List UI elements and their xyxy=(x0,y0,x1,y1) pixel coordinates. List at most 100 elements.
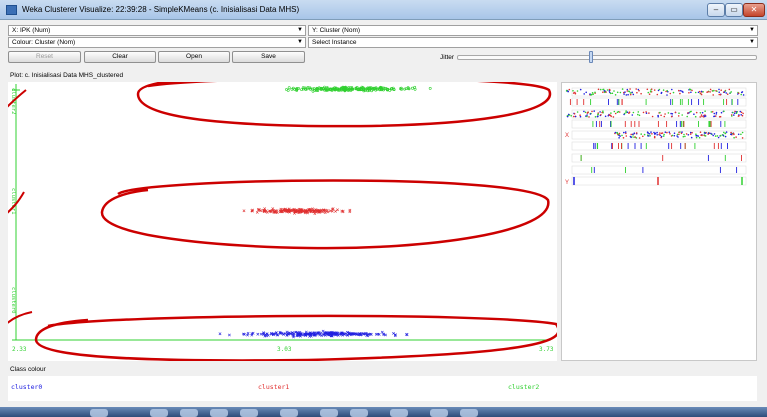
attribute-point xyxy=(574,115,577,118)
cluster0-point xyxy=(321,329,325,333)
attribute-point xyxy=(678,133,680,136)
attribute-point xyxy=(702,91,704,93)
attribute-point xyxy=(698,136,701,139)
attribute-point xyxy=(613,110,616,113)
attribute-point xyxy=(681,90,683,93)
attribute-point xyxy=(741,114,744,117)
attribute-point xyxy=(597,113,599,115)
attribute-point xyxy=(659,111,661,114)
attribute-point xyxy=(689,133,692,135)
attribute-point xyxy=(579,88,582,91)
attribute-point xyxy=(623,93,625,95)
cluster1-point xyxy=(242,209,246,213)
attribute-point xyxy=(623,131,625,134)
colour-value: Colour: Cluster (Nom) xyxy=(12,39,76,46)
attribute-point xyxy=(709,88,712,91)
attribute-point xyxy=(573,113,576,115)
attribute-point xyxy=(710,111,713,113)
attribute-point xyxy=(700,90,703,93)
attribute-point xyxy=(711,90,714,92)
cluster0-point xyxy=(256,332,260,336)
taskbar-app-icon[interactable] xyxy=(350,409,368,417)
y-attribute-marker: Y xyxy=(565,180,569,186)
x-axis-tick-label: 3.03 xyxy=(277,346,292,353)
jitter-slider-track[interactable] xyxy=(457,55,757,60)
attribute-point xyxy=(611,92,614,95)
attribute-point xyxy=(676,135,678,137)
cluster0-point xyxy=(259,332,263,336)
attribute-point xyxy=(642,111,645,114)
attribute-point xyxy=(608,90,611,92)
taskbar-app-icon[interactable] xyxy=(150,409,168,417)
attribute-point xyxy=(604,115,607,118)
taskbar-app-icon[interactable] xyxy=(460,409,478,417)
taskbar-app-icon[interactable] xyxy=(390,409,408,417)
attribute-point xyxy=(626,90,629,92)
attribute-point xyxy=(724,135,727,138)
attribute-point xyxy=(579,114,581,116)
x-axis-select[interactable]: X: IPK (Num) ▼ xyxy=(8,25,306,36)
attribute-point xyxy=(699,112,702,114)
y-axis-select[interactable]: Y: Cluster (Nom) ▼ xyxy=(308,25,758,36)
attribute-point xyxy=(660,92,663,95)
weka-app-icon xyxy=(6,5,17,15)
taskbar-app-icon[interactable] xyxy=(90,409,108,417)
y-axis-label: cluster0 xyxy=(10,287,16,314)
attribute-point xyxy=(666,94,668,96)
attribute-point xyxy=(583,93,585,95)
attribute-point xyxy=(629,93,632,96)
attribute-point xyxy=(715,111,718,114)
attribute-point xyxy=(700,114,703,116)
minimize-button[interactable]: – xyxy=(707,3,725,17)
scatter-plot-area[interactable]: cluster2 cluster1 cluster0 2.33 3.03 3.73 xyxy=(8,82,557,361)
attribute-point xyxy=(658,133,660,136)
attribute-point xyxy=(610,112,612,114)
open-button[interactable]: Open xyxy=(158,51,230,63)
attribute-point xyxy=(647,132,649,134)
attribute-point xyxy=(728,88,731,91)
taskbar-app-icon[interactable] xyxy=(430,409,448,417)
clear-button[interactable]: Clear xyxy=(84,51,156,63)
attribute-point xyxy=(666,89,668,92)
attribute-point xyxy=(682,135,685,138)
attribute-point xyxy=(670,112,672,115)
save-button[interactable]: Save xyxy=(232,51,305,63)
attribute-point xyxy=(740,91,743,94)
select-instance-select[interactable]: Select Instance ▼ xyxy=(308,37,758,48)
y-axis-value: Y: Cluster (Nom) xyxy=(312,27,361,34)
jitter-slider-thumb[interactable] xyxy=(589,51,593,63)
taskbar-app-icon[interactable] xyxy=(210,409,228,417)
attribute-point xyxy=(589,113,592,115)
attribute-point xyxy=(566,115,569,118)
attribute-point xyxy=(723,110,725,113)
legend-cluster1[interactable]: cluster1 xyxy=(258,383,289,391)
window-title: Weka Clusterer Visualize: 22:39:28 - Sim… xyxy=(22,5,300,14)
attribute-point xyxy=(619,135,621,137)
attribute-point xyxy=(711,111,714,113)
reset-button[interactable]: Reset xyxy=(8,51,81,63)
taskbar-app-icon[interactable] xyxy=(280,409,298,417)
taskbar-app-icon[interactable] xyxy=(180,409,198,417)
legend-cluster0[interactable]: cluster0 xyxy=(11,383,42,391)
cluster0-point xyxy=(374,332,378,336)
attribute-point xyxy=(740,93,742,96)
attribute-point xyxy=(678,89,680,92)
attribute-point xyxy=(632,93,635,96)
taskbar-app-icon[interactable] xyxy=(240,409,258,417)
attribute-point xyxy=(648,112,650,114)
maximize-button[interactable]: ▭ xyxy=(725,3,743,17)
cluster1-ellipse xyxy=(100,179,550,250)
attribute-point xyxy=(631,91,633,94)
close-button[interactable]: ✕ xyxy=(743,3,765,17)
legend-cluster2[interactable]: cluster2 xyxy=(508,383,539,391)
attribute-point xyxy=(674,111,677,114)
taskbar-app-icon[interactable] xyxy=(320,409,338,417)
attribute-point xyxy=(715,90,717,92)
attribute-point xyxy=(687,134,690,136)
attribute-point xyxy=(647,91,650,94)
attribute-point xyxy=(653,136,656,139)
attribute-panel[interactable]: XY xyxy=(561,82,757,361)
attribute-point xyxy=(707,132,710,134)
attribute-point xyxy=(637,88,640,91)
colour-select[interactable]: Colour: Cluster (Nom) ▼ xyxy=(8,37,306,48)
